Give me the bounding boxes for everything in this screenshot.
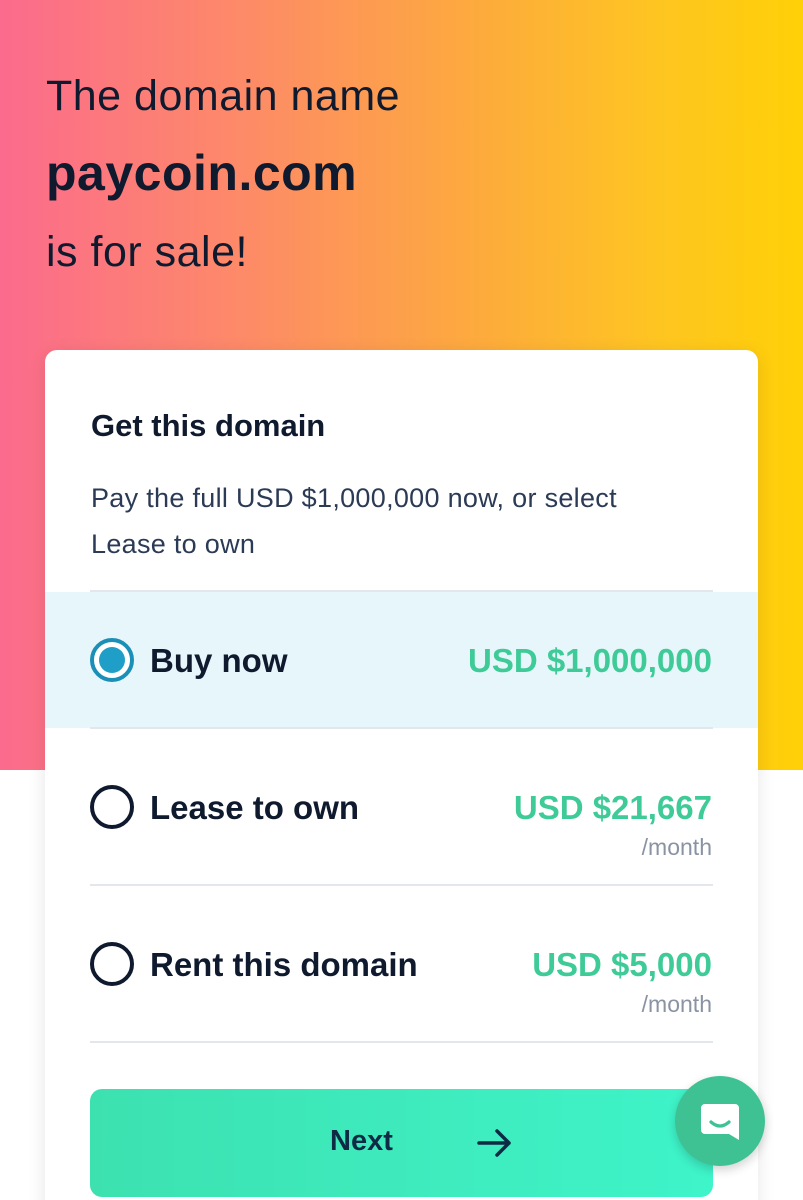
option-period: /month: [641, 834, 712, 860]
card-title: Get this domain: [91, 408, 326, 443]
option-price: USD $5,000: [532, 946, 712, 983]
option-period: /month: [641, 991, 712, 1017]
option-label: Lease to own: [150, 789, 360, 826]
option-label: Rent this domain: [150, 946, 418, 983]
radio-buy-now[interactable]: [90, 638, 134, 682]
option-buy-now[interactable]: Buy now USD $1,000,000: [45, 592, 758, 728]
option-rent-domain[interactable]: Rent this domain USD $5,000 /month: [45, 886, 758, 1022]
purchase-card: Get this domain Pay the full USD $1,000,…: [45, 350, 758, 1200]
chat-icon: [701, 1104, 739, 1140]
option-price: USD $21,667: [513, 789, 712, 826]
hero-for-sale-text: is for sale!: [46, 228, 248, 276]
arrow-right-icon: [477, 1129, 511, 1157]
next-button-label: Next: [330, 1125, 393, 1157]
chat-button[interactable]: [675, 1076, 765, 1166]
divider: [90, 1041, 713, 1043]
domain-name: paycoin.com: [46, 145, 358, 201]
next-button[interactable]: Next: [90, 1089, 713, 1197]
card-description: Pay the full USD $1,000,000 now, or sele…: [91, 483, 617, 559]
radio-rent-domain[interactable]: [90, 942, 134, 986]
option-lease-to-own[interactable]: Lease to own USD $21,667 /month: [45, 729, 758, 865]
option-label: Buy now: [150, 642, 288, 679]
option-price: USD $1,000,000: [467, 642, 712, 679]
hero-intro-text: The domain name: [46, 72, 401, 120]
radio-lease-to-own[interactable]: [90, 785, 134, 829]
